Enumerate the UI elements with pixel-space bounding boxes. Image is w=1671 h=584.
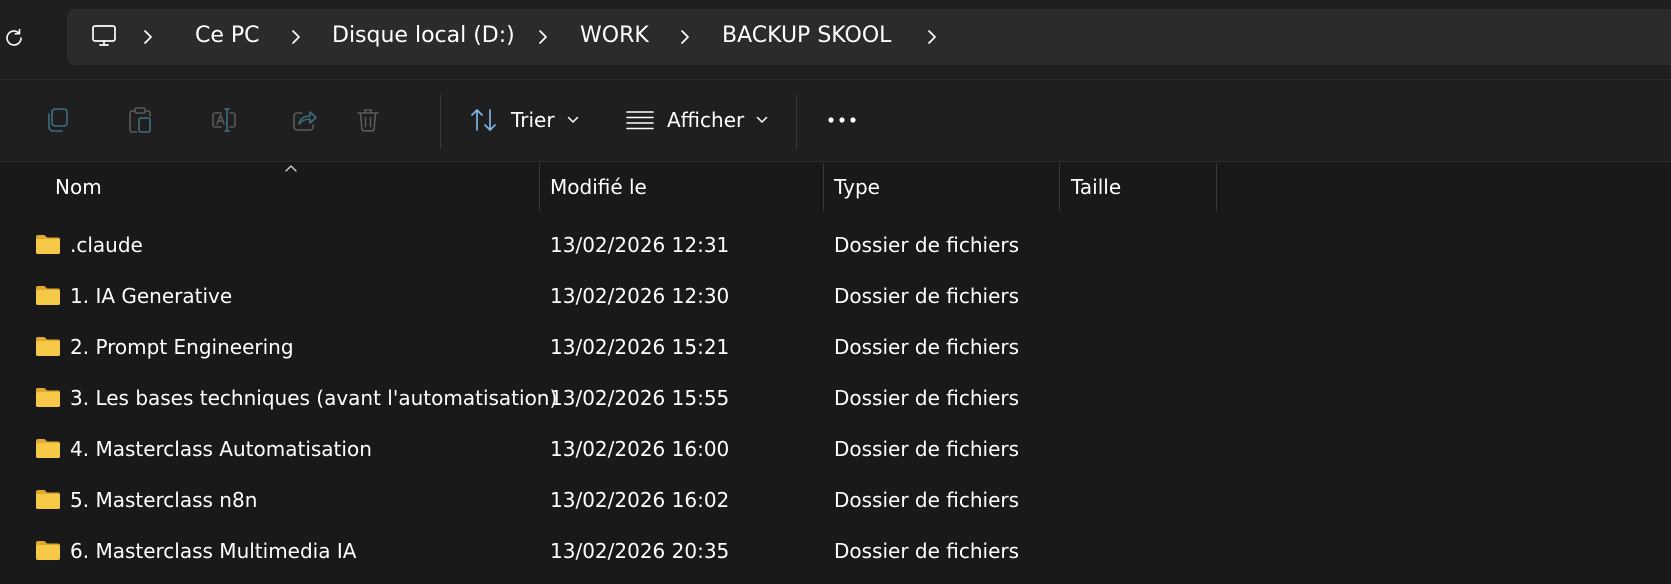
paste-icon [129,107,151,133]
copy-icon [48,108,68,132]
file-row[interactable]: 4. Masterclass Automatisation 13/02/2026… [0,424,1671,475]
file-modified: 13/02/2026 20:35 [550,539,730,563]
sort-ascending-indicator-icon [285,165,297,172]
file-row[interactable]: 2. Prompt Engineering 13/02/2026 15:21 D… [0,322,1671,373]
file-row[interactable]: 6. Masterclass Multimedia IA 13/02/2026 … [0,526,1671,577]
delete-button[interactable] [351,103,385,137]
file-name: 4. Masterclass Automatisation [70,437,372,461]
column-divider[interactable] [539,163,540,211]
folder-icon [36,490,60,509]
paste-button[interactable] [123,103,157,137]
folder-icon [36,235,60,254]
file-name: 6. Masterclass Multimedia IA [70,539,357,563]
refresh-button[interactable] [0,24,28,52]
file-name: 1. IA Generative [70,284,233,308]
rename-button[interactable] [207,103,241,137]
view-label: Afficher [667,108,745,132]
column-header-size[interactable]: Taille [1071,163,1121,211]
column-divider[interactable] [1059,163,1060,211]
file-explorer-window: Ce PC Disque local (D:) WORK BACKUP SKOO… [0,0,1671,584]
toolbar-divider [0,161,1671,162]
file-modified: 13/02/2026 12:31 [550,233,730,257]
sort-icon [471,109,496,131]
file-type: Dossier de fichiers [834,335,1020,359]
chevron-right-icon[interactable] [141,26,155,48]
file-modified: 13/02/2026 16:02 [550,488,730,512]
delete-icon [357,109,379,132]
this-pc-icon[interactable] [90,22,118,50]
file-row[interactable]: 5. Masterclass n8n 13/02/2026 16:02 Doss… [0,475,1671,526]
breadcrumb-this-pc[interactable]: Ce PC [195,22,260,50]
file-type: Dossier de fichiers [834,386,1020,410]
refresh-icon [6,28,22,46]
chevron-down-icon [567,116,578,123]
column-divider[interactable] [823,163,824,211]
file-row[interactable]: 1. IA Generative 13/02/2026 12:30 Dossie… [0,271,1671,322]
folder-icon [36,541,60,560]
chevron-down-icon [756,116,768,123]
file-modified: 13/02/2026 16:00 [550,437,730,461]
sort-label: Trier [511,108,555,132]
toolbar-separator [796,95,797,149]
file-name: 2. Prompt Engineering [70,335,294,359]
file-name: 3. Les bases techniques (avant l'automat… [70,386,558,410]
file-type: Dossier de fichiers [834,539,1020,563]
folder-icon [36,286,60,305]
column-header-name[interactable]: Nom [55,163,102,211]
view-icon [626,111,654,130]
file-modified: 13/02/2026 15:21 [550,335,730,359]
file-name: 5. Masterclass n8n [70,488,258,512]
file-modified: 13/02/2026 12:30 [550,284,730,308]
share-button[interactable] [287,103,321,137]
more-icon [828,117,856,123]
file-modified: 13/02/2026 15:55 [550,386,730,410]
file-type: Dossier de fichiers [834,488,1020,512]
share-icon [293,111,317,131]
chevron-right-icon[interactable] [289,26,303,48]
more-options-button[interactable] [822,103,862,137]
breadcrumb-backup-skool[interactable]: BACKUP SKOOL [722,22,891,50]
folder-icon [36,439,60,458]
sort-button[interactable]: Trier [469,104,579,136]
breadcrumb-work[interactable]: WORK [580,22,649,50]
file-type: Dossier de fichiers [834,284,1020,308]
column-divider[interactable] [1216,163,1217,211]
rename-icon [212,108,236,132]
chevron-right-icon[interactable] [536,26,550,48]
file-type: Dossier de fichiers [834,233,1020,257]
chevron-right-icon[interactable] [925,26,939,48]
file-row[interactable]: .claude 13/02/2026 12:31 Dossier de fich… [0,220,1671,271]
copy-button[interactable] [40,103,74,137]
folder-icon [36,388,60,407]
view-button[interactable]: Afficher [625,104,768,136]
folder-icon [36,337,60,356]
breadcrumb-local-disk[interactable]: Disque local (D:) [332,22,515,50]
column-header-modified[interactable]: Modifié le [550,163,647,211]
file-name: .claude [70,233,143,257]
column-header-type[interactable]: Type [834,163,880,211]
file-row[interactable]: 3. Les bases techniques (avant l'automat… [0,373,1671,424]
chevron-right-icon[interactable] [678,26,692,48]
file-type: Dossier de fichiers [834,437,1020,461]
toolbar-separator [440,95,441,149]
